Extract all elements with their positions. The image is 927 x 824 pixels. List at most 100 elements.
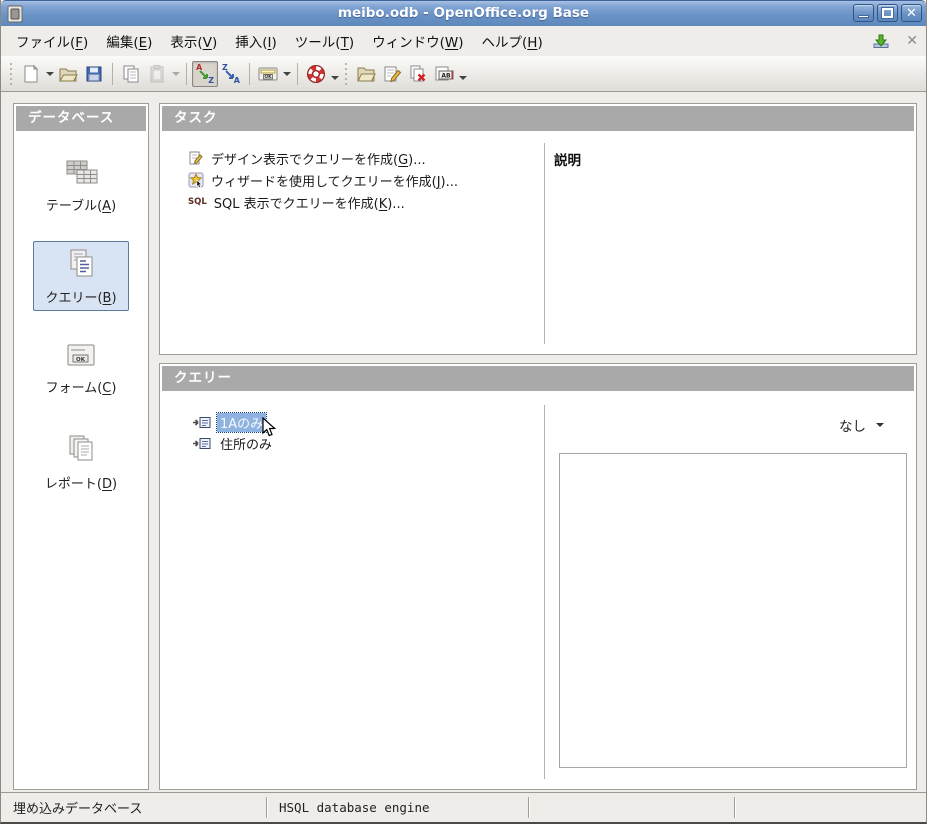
query-icon [193,416,211,428]
sidebar-item-label: フォーム(C) [45,381,117,396]
rename-object-button[interactable]: AB [431,61,457,87]
open-folder-icon [59,68,78,81]
sidebar-item-queries[interactable]: クエリー(B) [33,241,129,311]
maximize-icon [881,7,894,19]
queries-header: クエリー [162,366,914,391]
menu-insert[interactable]: 挿入(I) [226,27,286,55]
paste-icon [150,64,164,82]
queries-panel: クエリー 1Aのみ 住所のみ なし [159,363,917,790]
query-item-1a[interactable]: 1Aのみ [192,411,275,433]
preview-mode-dropdown[interactable]: なし [839,415,884,435]
menu-file[interactable]: ファイル(F) [7,27,97,55]
statusbar: 埋め込みデータベース HSQL database engine [1,792,926,822]
tasks-header: タスク [162,106,914,131]
toolbar-separator [297,62,298,85]
query-name: 1Aのみ [215,411,268,433]
form-ok-icon: OK [258,67,278,80]
copy-icon [123,65,139,82]
toolbar-overflow-dropdown[interactable] [457,61,468,87]
design-view-icon [189,151,203,165]
status-divider [528,797,529,818]
help-button[interactable] [303,61,329,87]
document-close-icon[interactable]: ✕ [906,33,918,49]
menu-window[interactable]: ウィンドウ(W) [363,27,472,55]
query-name: 住所のみ [220,437,273,453]
sidebar-item-label: クエリー(B) [45,291,117,306]
open-button[interactable] [55,61,81,87]
queries-icon [70,249,93,277]
minimize-button[interactable] [853,4,874,22]
database-sidebar: データベース テーブル(A) クエリー(B) OK フォーム(C) レポート(D… [13,103,149,790]
tasks-divider [544,143,545,344]
open-database-object-button[interactable] [353,61,379,87]
menubar: ファイル(F) 編集(E) 表示(V) 挿入(I) ツール(T) ウィンドウ(W… [1,26,926,56]
menu-tools[interactable]: ツール(T) [286,27,363,55]
status-engine: HSQL database engine [279,800,430,815]
tables-icon [66,160,98,184]
svg-text:OK: OK [76,357,86,363]
tasks-panel: タスク デザイン表示でクエリーを作成(G)... ウィザードを使用してクエリーを… [159,103,917,355]
close-button[interactable]: ✕ [901,4,922,22]
status-divider [734,797,735,818]
sql-icon: SQL [188,197,207,207]
toolbar-separator [249,62,250,85]
sidebar-item-tables[interactable]: テーブル(A) [33,151,129,219]
new-document-button[interactable] [18,61,44,87]
titlebar[interactable]: meibo.odb - OpenOffice.org Base ✕ [1,0,926,26]
chevron-down-icon [876,423,884,431]
toolbar-separator [186,62,187,85]
delete-icon [410,65,426,81]
toolbar-separator [112,62,113,85]
delete-object-button[interactable] [405,61,431,87]
save-button[interactable] [81,61,107,87]
sort-ascending-button[interactable]: A Z [192,60,218,87]
svg-text:OK: OK [264,74,272,80]
form-controls-button[interactable]: OK [255,61,281,87]
sort-descending-button[interactable]: Z A [218,61,244,87]
wizard-icon [188,172,204,188]
close-icon: ✕ [906,6,917,21]
main-toolbar: A Z Z A OK AB [1,56,926,92]
new-document-dropdown[interactable] [44,61,55,87]
save-icon [86,66,102,81]
task-create-query-design[interactable]: デザイン表示でクエリーを作成(G)... [188,147,458,169]
sidebar-item-label: レポート(D) [44,477,118,492]
rename-icon: AB [435,66,454,80]
status-database-type: 埋め込みデータベース [13,802,143,817]
toolbar-grip[interactable] [343,62,350,85]
new-document-icon [24,64,39,82]
query-list: 1Aのみ 住所のみ [192,411,275,455]
toolbar-grip[interactable] [8,62,15,85]
help-lifebuoy-icon [307,64,325,83]
task-create-query-sql[interactable]: SQL SQL 表示でクエリーを作成(K)... [188,191,458,213]
edit-object-button[interactable] [379,61,405,87]
sidebar-item-label: テーブル(A) [45,199,117,214]
minimize-icon [858,15,869,18]
query-item-address[interactable]: 住所のみ [192,434,275,453]
copy-button[interactable] [118,61,144,87]
toolbar-overflow-dropdown[interactable] [329,61,340,87]
menu-view[interactable]: 表示(V) [161,27,226,55]
sort-ascending-icon: A Z [196,62,214,85]
reports-icon [69,435,93,461]
app-window: meibo.odb - OpenOffice.org Base ✕ ファイル(F… [0,0,927,824]
description-title: 説明 [554,153,581,169]
svg-text:AB: AB [441,72,451,79]
maximize-button[interactable] [877,4,898,22]
update-download-icon[interactable] [872,33,890,49]
preview-area [559,453,907,768]
form-controls-dropdown[interactable] [281,61,292,87]
sort-descending-icon: Z A [222,62,240,85]
paste-dropdown[interactable] [170,61,181,87]
task-create-query-wizard[interactable]: ウィザードを使用してクエリーを作成(J)... [188,169,458,191]
paste-button[interactable] [144,61,170,87]
sidebar-header: データベース [16,106,146,131]
sidebar-item-reports[interactable]: レポート(D) [33,427,129,497]
open-object-icon [357,67,376,81]
forms-icon: OK [67,344,95,366]
menu-edit[interactable]: 編集(E) [97,27,161,55]
edit-pencil-icon [384,66,402,82]
menu-help[interactable]: ヘルプ(H) [473,27,552,55]
sidebar-item-forms[interactable]: OK フォーム(C) [33,335,129,401]
preview-mode-value: なし [839,419,866,435]
